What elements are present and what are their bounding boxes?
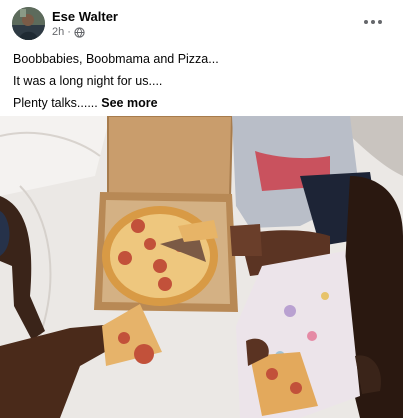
post-line-2: It was a long night for us.... [13, 74, 163, 88]
more-options-button[interactable] [358, 10, 388, 34]
post-line-1: Boobbabies, Boobmama and Pizza... [13, 52, 219, 66]
meta-separator: · [67, 26, 71, 38]
post-photo[interactable] [0, 116, 403, 418]
post-text: Boobbabies, Boobmama and Pizza... It was… [13, 48, 393, 114]
more-options-icon [364, 20, 368, 24]
post-card: Ese Walter 2h · Boobbabies, Boobmama and… [0, 0, 403, 418]
more-options-dot [371, 20, 375, 24]
author-avatar[interactable] [12, 7, 45, 40]
see-more-link[interactable]: See more [101, 96, 157, 110]
post-header: Ese Walter 2h · [0, 0, 403, 42]
post-meta: 2h · [52, 26, 85, 38]
pizza-photo-image [0, 116, 403, 418]
avatar-image [12, 7, 45, 40]
more-options-dot [378, 20, 382, 24]
post-line-3-text: Plenty talks...... [13, 96, 98, 110]
post-line-3: Plenty talks...... See more [13, 92, 393, 114]
author-name[interactable]: Ese Walter [52, 9, 118, 24]
post-time[interactable]: 2h [52, 26, 64, 38]
globe-icon[interactable] [74, 26, 85, 38]
